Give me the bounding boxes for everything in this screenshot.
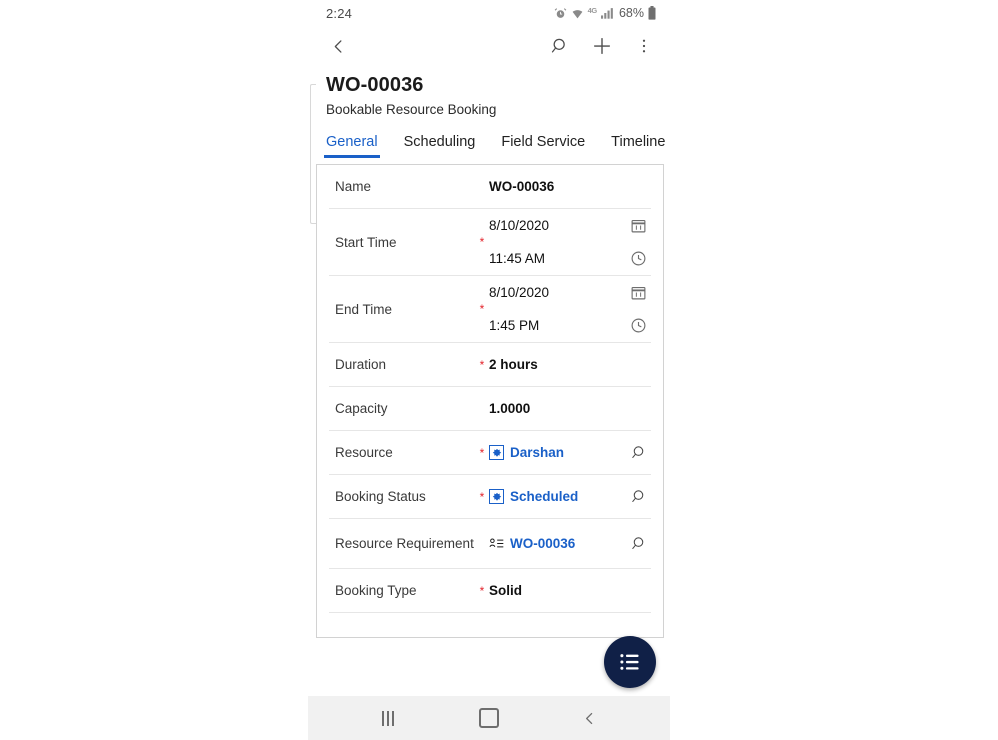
field-value-name: WO-00036 <box>489 179 555 194</box>
recents-bars <box>382 710 395 726</box>
tab-timeline[interactable]: Timeline <box>611 134 665 158</box>
recents-icon[interactable] <box>364 696 412 740</box>
back-chevron-icon[interactable] <box>566 696 614 740</box>
status-icon-group: 4G 68% <box>554 6 656 20</box>
clock-icon[interactable] <box>625 317 651 334</box>
requirement-entity-icon <box>489 537 504 550</box>
more-vertical-icon[interactable] <box>632 34 656 58</box>
search-icon[interactable] <box>548 34 572 58</box>
lookup-search-icon[interactable] <box>625 488 651 505</box>
start-time-date-line[interactable]: 8/10/2020 <box>489 209 651 242</box>
field-row-start-time[interactable]: Start Time * 8/10/2020 11:45 AM <box>317 209 663 275</box>
tab-general[interactable]: General <box>324 134 380 158</box>
tab-bar: General Scheduling Field Service Timelin… <box>308 124 670 158</box>
field-row-name[interactable]: Name WO-00036 <box>317 165 663 208</box>
field-value-wrap-booking-status[interactable]: Scheduled <box>489 489 625 504</box>
field-label-wrap-end-time: End Time * <box>335 276 489 342</box>
field-label-resource: Resource <box>335 445 393 460</box>
lookup-search-icon[interactable] <box>625 444 651 461</box>
field-value-group-end-time: 8/10/2020 1:45 PM <box>489 276 651 342</box>
field-row-resource[interactable]: Resource * Darshan <box>317 431 663 474</box>
tab-field-service[interactable]: Field Service <box>501 134 585 158</box>
field-value-end-date: 8/10/2020 <box>489 285 550 300</box>
status-clock: 2:24 <box>326 5 353 21</box>
start-time-time-line[interactable]: 11:45 AM <box>489 242 651 275</box>
field-row-capacity[interactable]: Capacity 1.0000 <box>317 387 663 430</box>
field-row-booking-status[interactable]: Booking Status * Scheduled <box>317 475 663 518</box>
field-value-resource-requirement: WO-00036 <box>510 536 576 551</box>
android-nav-bar <box>308 696 670 740</box>
field-value-group-start-time: 8/10/2020 11:45 AM <box>489 209 651 275</box>
required-marker-booking-status: * <box>479 489 485 504</box>
required-marker-end-time: * <box>479 302 485 316</box>
signal-bars-icon <box>600 7 614 19</box>
field-label-booking-status: Booking Status <box>335 489 426 504</box>
phone-viewport: 2:24 4G 68% WO-00036 Bookable Resource B… <box>308 0 670 740</box>
field-label-wrap-start-time: Start Time * <box>335 209 489 275</box>
network-4g-icon: 4G <box>587 5 598 15</box>
command-bar-fab[interactable] <box>604 636 656 688</box>
alarm-icon <box>554 7 567 20</box>
calendar-icon[interactable] <box>625 284 651 301</box>
required-marker-duration: * <box>479 357 485 372</box>
battery-icon <box>648 6 656 20</box>
end-time-date-line[interactable]: 8/10/2020 <box>489 276 651 309</box>
field-row-resource-requirement[interactable]: Resource Requirement WO-00036 <box>317 519 663 568</box>
required-marker-resource: * <box>479 445 485 460</box>
field-label-name: Name <box>335 179 372 194</box>
required-marker-start-time: * <box>479 235 485 249</box>
wifi-icon <box>571 7 584 20</box>
field-value-booking-status: Scheduled <box>510 489 579 504</box>
app-bar <box>308 26 670 66</box>
app-bar-actions <box>548 34 656 58</box>
field-value-wrap-resource-requirement[interactable]: WO-00036 <box>489 536 625 551</box>
form-card: Name WO-00036 Start Time * 8/10/2020 11:… <box>316 164 664 638</box>
field-value-booking-type: Solid <box>489 583 522 598</box>
booking-status-entity-icon <box>489 489 504 504</box>
home-icon[interactable] <box>465 696 513 740</box>
field-label-resource-requirement: Resource Requirement <box>335 535 474 551</box>
app-bar-left <box>326 34 350 58</box>
field-label-capacity: Capacity <box>335 401 388 416</box>
clock-icon[interactable] <box>625 250 651 267</box>
field-row-booking-type[interactable]: Booking Type * Solid <box>317 569 663 612</box>
field-value-resource: Darshan <box>510 445 565 460</box>
plus-icon[interactable] <box>590 34 614 58</box>
battery-percent-label: 68% <box>618 6 644 20</box>
field-value-start-time: 11:45 AM <box>489 251 546 266</box>
end-time-time-line[interactable]: 1:45 PM <box>489 309 651 342</box>
field-label-end-time: End Time <box>335 301 393 317</box>
tab-scheduling[interactable]: Scheduling <box>404 134 476 158</box>
status-bar: 2:24 4G 68% <box>308 0 670 26</box>
resource-entity-icon <box>489 445 504 460</box>
lookup-search-icon[interactable] <box>625 535 651 552</box>
row-divider-last <box>329 612 651 613</box>
home-square <box>478 708 499 728</box>
field-value-capacity: 1.0000 <box>489 401 531 416</box>
required-marker-booking-type: * <box>479 583 485 598</box>
field-row-end-time[interactable]: End Time * 8/10/2020 1:45 PM <box>317 276 663 342</box>
list-menu-icon <box>619 653 641 671</box>
field-row-duration[interactable]: Duration * 2 hours <box>317 343 663 386</box>
field-label-booking-type: Booking Type <box>335 583 417 598</box>
field-value-start-date: 8/10/2020 <box>489 218 550 233</box>
field-value-end-time: 1:45 PM <box>489 318 540 333</box>
field-label-duration: Duration <box>335 357 387 372</box>
record-header: WO-00036 Bookable Resource Booking <box>308 66 670 124</box>
calendar-icon[interactable] <box>625 217 651 234</box>
page-title: WO-00036 <box>326 74 424 96</box>
back-chevron-icon[interactable] <box>326 34 350 58</box>
field-value-duration: 2 hours <box>489 357 538 372</box>
field-value-wrap-resource[interactable]: Darshan <box>489 445 625 460</box>
field-label-start-time: Start Time <box>335 234 397 250</box>
record-subtitle: Bookable Resource Booking <box>326 102 497 117</box>
